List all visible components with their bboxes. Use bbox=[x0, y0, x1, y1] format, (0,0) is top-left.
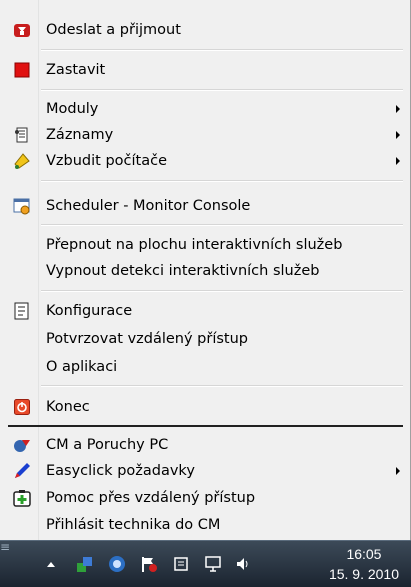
menu-item-disable-detection[interactable]: Vypnout detekci interaktivních služeb bbox=[0, 258, 410, 284]
menu-label: Záznamy bbox=[46, 127, 114, 143]
menu-label: Konfigurace bbox=[46, 303, 133, 319]
menu-separator bbox=[41, 180, 403, 182]
menu-label: Odeslat a přijmout bbox=[46, 22, 181, 38]
monitor-tray-icon[interactable] bbox=[204, 555, 222, 573]
taskbar-grip-icon: ≡ bbox=[0, 540, 11, 554]
app-tray-icon[interactable] bbox=[108, 555, 126, 573]
menu-separator-strong bbox=[8, 425, 403, 427]
tray-context-menu: Odeslat a přijmout Zastavit Moduly Zázna… bbox=[0, 0, 411, 540]
submenu-arrow-icon bbox=[396, 105, 400, 113]
menu-label: Moduly bbox=[46, 101, 99, 117]
configuration-icon bbox=[13, 302, 31, 320]
menu-separator bbox=[41, 49, 403, 51]
menu-label: Přepnout na plochu interaktivních služeb bbox=[46, 237, 343, 253]
menu-item-easyclick[interactable]: Easyclick požadavky bbox=[0, 458, 410, 484]
menu-separator bbox=[41, 385, 403, 387]
menu-label: Konec bbox=[46, 399, 90, 415]
stop-icon bbox=[13, 61, 31, 79]
menu-item-scheduler[interactable]: Scheduler - Monitor Console bbox=[0, 193, 410, 219]
menu-item-configuration[interactable]: Konfigurace bbox=[0, 298, 410, 324]
flag-tray-icon[interactable] bbox=[140, 555, 158, 573]
menu-label: Přihlásit technika do CM bbox=[46, 517, 221, 533]
menu-item-wake-computers[interactable]: Vzbudit počítače bbox=[0, 148, 410, 174]
records-icon bbox=[13, 126, 31, 144]
menu-label: Easyclick požadavky bbox=[46, 463, 195, 479]
taskbar: ≡ 16:05 15. 9. 2010 bbox=[0, 540, 411, 587]
menu-item-cm-faults[interactable]: CM a Poruchy PC bbox=[0, 432, 410, 458]
menu-item-modules[interactable]: Moduly bbox=[0, 96, 410, 122]
network-tray-icon[interactable] bbox=[76, 555, 94, 573]
menu-label: O aplikaci bbox=[46, 359, 118, 375]
cm-icon bbox=[13, 436, 31, 454]
clock-time: 16:05 bbox=[346, 546, 382, 562]
submenu-arrow-icon bbox=[396, 467, 400, 475]
device-tray-icon[interactable] bbox=[172, 555, 190, 573]
menu-item-stop[interactable]: Zastavit bbox=[0, 57, 410, 83]
menu-separator bbox=[41, 290, 403, 292]
clock-date: 15. 9. 2010 bbox=[328, 566, 399, 582]
menu-separator bbox=[41, 224, 403, 226]
menu-item-switch-desktop[interactable]: Přepnout na plochu interaktivních služeb bbox=[0, 232, 410, 258]
menu-item-about[interactable]: O aplikaci bbox=[0, 354, 410, 380]
menu-label: CM a Poruchy PC bbox=[46, 437, 169, 453]
menu-label: Zastavit bbox=[46, 62, 106, 78]
menu-label: Vypnout detekci interaktivních služeb bbox=[46, 263, 320, 279]
menu-label: Scheduler - Monitor Console bbox=[46, 198, 251, 214]
submenu-arrow-icon bbox=[396, 157, 400, 165]
volume-tray-icon[interactable] bbox=[234, 555, 252, 573]
menu-separator bbox=[41, 89, 403, 91]
scheduler-window-icon bbox=[13, 197, 31, 215]
send-receive-icon bbox=[13, 21, 31, 39]
exit-power-icon bbox=[13, 398, 31, 416]
menu-label: Potvrzovat vzdálený přístup bbox=[46, 331, 249, 347]
menu-item-login-technician[interactable]: Přihlásit technika do CM bbox=[0, 512, 410, 538]
menu-item-records[interactable]: Záznamy bbox=[0, 122, 410, 148]
menu-item-confirm-remote[interactable]: Potvrzovat vzdálený přístup bbox=[0, 326, 410, 352]
menu-item-send-receive[interactable]: Odeslat a přijmout bbox=[0, 17, 410, 43]
wake-bell-icon bbox=[13, 152, 31, 170]
menu-item-exit[interactable]: Konec bbox=[0, 394, 410, 420]
show-hidden-icons-arrow-icon[interactable] bbox=[42, 555, 60, 573]
taskbar-clock[interactable]: 16:05 15. 9. 2010 bbox=[329, 544, 399, 584]
menu-label: Pomoc přes vzdálený přístup bbox=[46, 490, 256, 506]
menu-label: Vzbudit počítače bbox=[46, 153, 167, 169]
remote-help-icon bbox=[13, 489, 31, 507]
easyclick-pen-icon bbox=[13, 462, 31, 480]
menu-item-remote-help[interactable]: Pomoc přes vzdálený přístup bbox=[0, 485, 410, 511]
submenu-arrow-icon bbox=[396, 131, 400, 139]
